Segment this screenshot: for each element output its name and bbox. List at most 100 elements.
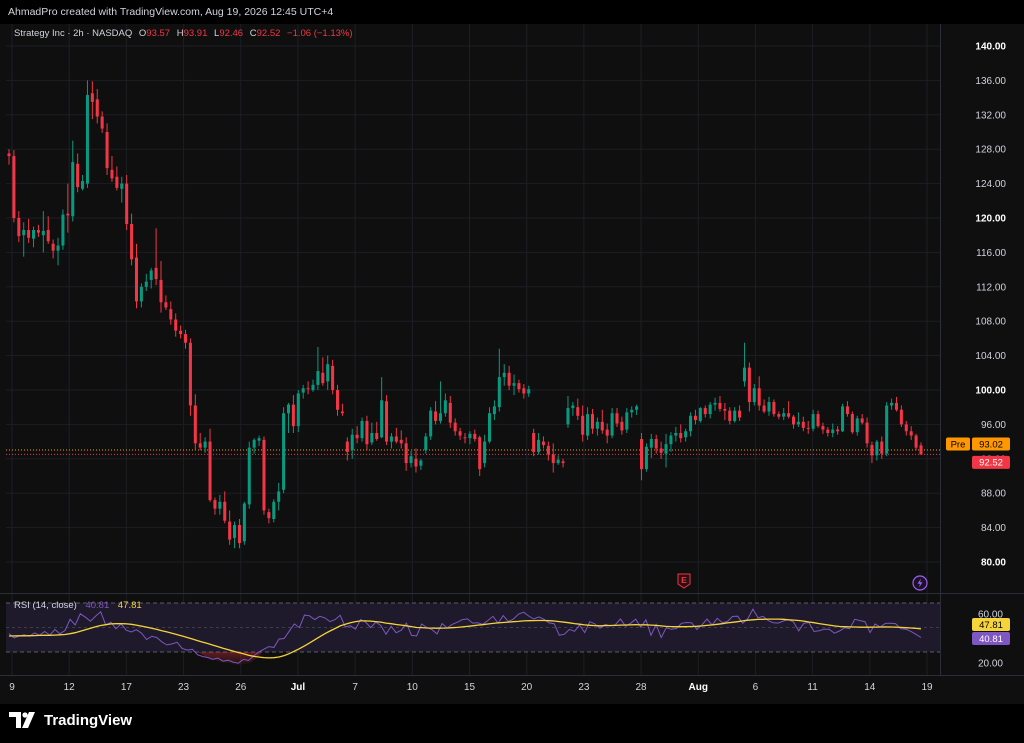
rsi-tick-label: 20.00	[978, 659, 1003, 670]
candle-body	[742, 367, 747, 382]
candle-body	[453, 422, 457, 432]
candle-body	[796, 421, 800, 425]
candle-body	[502, 372, 506, 378]
candle-body	[115, 176, 119, 188]
candle-body	[855, 418, 859, 433]
candle-body	[679, 433, 683, 439]
candle-body	[492, 406, 496, 415]
candle-body	[669, 435, 673, 445]
price-tick-label: 80.00	[981, 558, 1006, 569]
high-label: H	[176, 28, 184, 39]
candle-body	[424, 436, 428, 451]
candle-body	[179, 330, 183, 335]
candle-body	[684, 431, 688, 438]
candle-body	[360, 420, 364, 439]
candle-body	[365, 420, 369, 445]
high-value: 93.91	[183, 28, 208, 39]
candle-body	[752, 388, 756, 403]
price-axis[interactable]: 140.00 136.00 132.00 128.00 124.00 120.00 116.…	[975, 42, 1006, 569]
candle-body	[581, 415, 585, 435]
candle-body	[71, 162, 75, 217]
candle-body	[468, 433, 472, 439]
candle-body	[46, 230, 50, 242]
candle-body	[615, 413, 619, 424]
candle-body	[757, 388, 761, 406]
dividend-marker[interactable]	[912, 575, 928, 591]
price-tick-label: 88.00	[981, 489, 1006, 500]
candle-body	[267, 512, 271, 519]
candle-body	[375, 433, 379, 440]
candle-body	[590, 414, 595, 429]
candle-body	[777, 414, 781, 417]
candle-body	[556, 459, 560, 464]
tradingview-logo-icon	[9, 712, 35, 728]
time-axis[interactable]: 9 12 17 23 26 Jul 7 10 15 20 23 28 Aug 6 11 14 19	[9, 682, 933, 693]
candle-body	[532, 433, 536, 452]
candle-body	[841, 406, 845, 432]
premarket-price-tag: Pre 93.02	[946, 437, 1010, 451]
candle-body	[919, 445, 923, 455]
price-tick-label: 136.00	[975, 76, 1006, 87]
rsi-legend[interactable]: RSI (14, close) 40.81 47.81	[14, 600, 142, 611]
candle-body	[218, 501, 222, 509]
candle-body	[237, 525, 241, 544]
low-value: 92.46	[219, 28, 244, 39]
candle-body	[875, 441, 879, 456]
candle-body	[385, 401, 389, 442]
chart-svg[interactable]: 140.00 136.00 132.00 128.00 124.00 120.00 116.…	[0, 0, 1024, 743]
candle-body	[110, 169, 114, 179]
candle-body	[733, 410, 737, 421]
candle-body	[831, 429, 835, 433]
candle-body	[870, 445, 874, 456]
candle-body	[703, 408, 707, 415]
candle-body	[56, 245, 60, 251]
candle-body	[27, 230, 31, 238]
earnings-marker[interactable]: E	[677, 573, 691, 589]
candle-body	[566, 408, 570, 425]
price-tick-label: 112.00	[976, 282, 1006, 293]
candle-body	[659, 448, 663, 453]
candle-body	[159, 279, 163, 303]
candle-body	[311, 384, 315, 390]
candle-body	[66, 213, 70, 216]
tradingview-brand[interactable]: TradingView	[9, 710, 132, 730]
candle-body	[301, 388, 305, 393]
candle-body	[708, 404, 712, 415]
candle-body	[463, 437, 467, 439]
candle-body	[654, 439, 658, 449]
candle-body	[414, 458, 418, 467]
candle-body	[277, 491, 281, 502]
price-tick-label: 104.00	[975, 351, 1006, 362]
candle-body	[541, 441, 545, 446]
candle-body	[635, 406, 639, 410]
candle-body	[448, 402, 452, 423]
candle-body	[728, 410, 732, 421]
candle-body	[782, 413, 786, 417]
candle-body	[639, 439, 644, 470]
rsi-tag: 40.81	[972, 632, 1010, 645]
price-tick-label: 116.00	[976, 248, 1006, 259]
candle-body	[350, 434, 354, 451]
candle-body	[331, 365, 335, 390]
candle-body	[904, 424, 908, 432]
candle-body	[252, 439, 256, 448]
time-tick-label: 10	[407, 682, 419, 693]
candle-body	[551, 454, 555, 464]
footer-bar	[0, 704, 1024, 743]
candle-body	[286, 404, 291, 414]
candle-body	[22, 230, 26, 236]
candle-body	[90, 93, 94, 102]
candle-body	[487, 413, 492, 442]
candle-body	[625, 412, 629, 430]
candle-body	[791, 416, 796, 425]
candle-body	[51, 243, 55, 251]
candle-body	[738, 410, 742, 418]
symbol-legend[interactable]: Strategy Inc · 2h · NASDAQ O93.57 H93.91…	[14, 28, 353, 39]
candle-body	[61, 214, 65, 246]
candle-body	[821, 426, 825, 430]
candle-body	[571, 405, 575, 409]
candle-body	[845, 406, 849, 415]
candle-body	[203, 441, 207, 448]
premarket-price-label: 93.02	[979, 439, 1003, 450]
candle-body	[649, 439, 653, 448]
